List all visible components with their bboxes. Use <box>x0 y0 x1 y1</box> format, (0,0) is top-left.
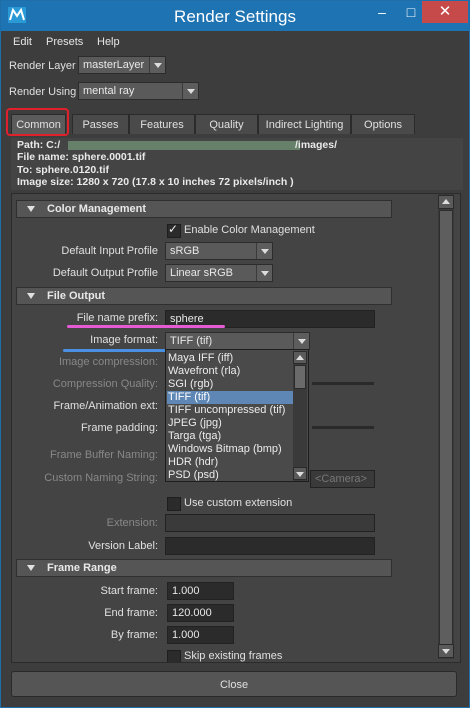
format-option[interactable]: JPEG (jpg) <box>167 417 293 430</box>
file-name-info: File name: sphere.0001.tif <box>17 151 146 163</box>
pink-annotation-underline <box>67 325 225 328</box>
render-layer-value: masterLayer <box>83 59 145 71</box>
image-size-info: Image size: 1280 x 720 (17.8 x 10 inches… <box>17 176 294 188</box>
enable-color-management-label: Enable Color Management <box>184 224 315 236</box>
tab-passes[interactable]: Passes <box>72 114 129 134</box>
format-option-selected[interactable]: TIFF (tif) <box>167 391 293 404</box>
frame-padding-slider[interactable] <box>312 426 374 429</box>
blue-annotation-underline <box>63 349 178 352</box>
section-title: File Output <box>47 290 106 302</box>
end-frame-label: End frame: <box>104 607 158 619</box>
close-window-icon[interactable]: ✕ <box>422 1 468 23</box>
image-format-dropdown-list[interactable]: Maya IFF (iff) Wavefront (rla) SGI (rgb)… <box>165 349 309 482</box>
format-option[interactable]: HDR (hdr) <box>167 456 293 469</box>
menu-help[interactable]: Help <box>97 36 120 48</box>
tab-features[interactable]: Features <box>129 114 195 134</box>
start-frame-input[interactable]: 1.000 <box>167 582 234 600</box>
image-compression-label: Image compression: <box>58 356 158 368</box>
collapse-triangle-icon <box>27 293 35 299</box>
output-info: Path: C:/ /images/ File name: sphere.000… <box>11 138 463 190</box>
skip-existing-frames-checkbox[interactable] <box>167 650 181 662</box>
section-frame-range[interactable]: Frame Range <box>16 559 392 577</box>
frame-padding-label: Frame padding: <box>80 422 158 434</box>
section-color-management[interactable]: Color Management <box>16 200 392 218</box>
chevron-down-icon <box>256 243 272 259</box>
end-frame-input[interactable]: 120.000 <box>167 604 234 622</box>
collapse-triangle-icon <box>27 565 35 571</box>
image-format-select[interactable]: TIFF (tif) <box>165 332 310 350</box>
menu-presets[interactable]: Presets <box>46 36 83 48</box>
scroll-up-icon[interactable] <box>293 351 307 364</box>
render-using-select[interactable]: mental ray <box>78 82 199 100</box>
tab-options[interactable]: Options <box>351 114 415 134</box>
compression-quality-slider[interactable] <box>312 382 374 385</box>
render-settings-window: Render Settings – □ ✕ Edit Presets Help … <box>0 0 470 708</box>
use-custom-extension-checkbox[interactable] <box>167 497 181 511</box>
compression-quality-label: Compression Quality: <box>52 378 158 390</box>
use-custom-extension-label: Use custom extension <box>184 497 293 509</box>
version-label-input[interactable] <box>165 537 375 555</box>
minimize-icon[interactable]: – <box>368 1 396 23</box>
frame-animation-ext-label: Frame/Animation ext: <box>53 400 158 412</box>
format-option[interactable]: Targa (tga) <box>167 430 293 443</box>
dropdown-scrollbar[interactable] <box>293 351 307 481</box>
format-option[interactable]: SGI (rgb) <box>167 378 293 391</box>
image-format-value: TIFF (tif) <box>170 335 213 347</box>
menu-edit[interactable]: Edit <box>13 36 32 48</box>
menu-bar: Edit Presets Help <box>5 33 465 53</box>
section-title: Frame Range <box>47 562 117 574</box>
skip-existing-frames-label: Skip existing frames <box>184 650 283 662</box>
custom-naming-string-label: Custom Naming String: <box>44 472 158 484</box>
custom-naming-string-input[interactable]: <Camera> <box>310 470 375 488</box>
output-profile-label: Default Output Profile <box>52 267 158 279</box>
render-layer-select[interactable]: masterLayer <box>78 56 166 74</box>
section-file-output[interactable]: File Output <box>16 287 392 305</box>
title-bar[interactable]: Render Settings – □ ✕ <box>1 1 469 31</box>
format-option[interactable]: Windows Bitmap (bmp) <box>167 443 293 456</box>
format-option[interactable]: PSD (psd) <box>167 469 293 482</box>
scroll-down-icon[interactable] <box>293 467 307 480</box>
scroll-up-icon[interactable] <box>438 195 454 209</box>
render-layer-label: Render Layer <box>9 60 76 72</box>
chevron-down-icon <box>256 265 272 281</box>
file-name-prefix-label: File name prefix: <box>76 312 158 324</box>
by-frame-input[interactable]: 1.000 <box>167 626 234 644</box>
close-button[interactable]: Close <box>11 671 457 697</box>
format-option[interactable]: Wavefront (rla) <box>167 365 293 378</box>
by-frame-label: By frame: <box>110 629 158 641</box>
redacted-path <box>68 141 300 150</box>
render-using-label: Render Using <box>9 86 77 98</box>
path-label: Path: C:/ <box>17 139 61 151</box>
input-profile-value: sRGB <box>170 245 200 257</box>
chevron-down-icon <box>149 57 165 73</box>
extension-label: Extension: <box>106 517 158 529</box>
enable-color-management-checkbox[interactable] <box>167 222 181 238</box>
collapse-triangle-icon <box>27 206 35 212</box>
common-tab-highlight <box>6 108 69 136</box>
format-option[interactable]: TIFF uncompressed (tif) <box>167 404 293 417</box>
section-title: Color Management <box>47 203 147 215</box>
path-suffix: /images/ <box>295 139 338 151</box>
tab-indirect-lighting[interactable]: Indirect Lighting <box>258 114 351 134</box>
image-format-label: Image format: <box>90 334 158 346</box>
to-info: To: sphere.0120.tif <box>17 164 109 176</box>
frame-buffer-naming-label: Frame Buffer Naming: <box>49 449 158 461</box>
panel-scrollbar[interactable] <box>438 194 454 659</box>
extension-input[interactable] <box>165 514 375 532</box>
scroll-down-icon[interactable] <box>438 644 454 658</box>
version-label-label: Version Label: <box>88 540 158 552</box>
chevron-down-icon <box>182 83 198 99</box>
chevron-down-icon <box>293 333 309 349</box>
maximize-icon[interactable]: □ <box>397 1 425 23</box>
scrollbar-thumb[interactable] <box>439 210 453 645</box>
output-profile-select[interactable]: Linear sRGB <box>165 264 273 282</box>
format-option[interactable]: Maya IFF (iff) <box>167 352 293 365</box>
tab-quality[interactable]: Quality <box>195 114 258 134</box>
start-frame-label: Start frame: <box>100 585 158 597</box>
render-using-value: mental ray <box>83 85 135 97</box>
input-profile-label: Default Input Profile <box>61 245 158 257</box>
input-profile-select[interactable]: sRGB <box>165 242 273 260</box>
output-profile-value: Linear sRGB <box>170 267 233 279</box>
dropdown-scrollbar-thumb[interactable] <box>294 365 306 389</box>
